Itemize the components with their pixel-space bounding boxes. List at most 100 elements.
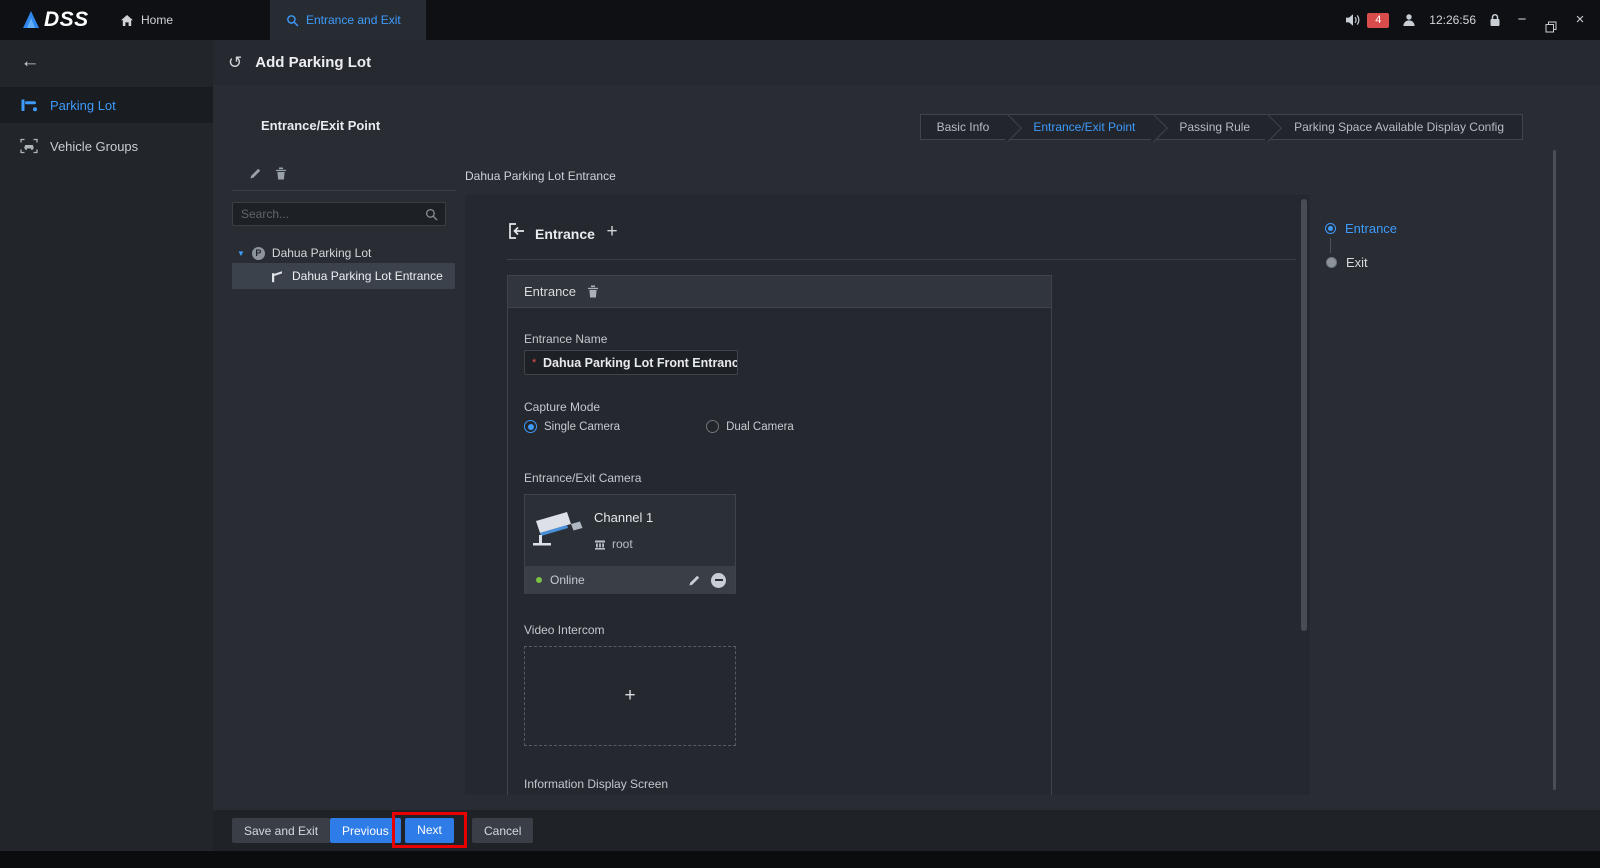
tab-entrance-and-exit[interactable]: Entrance and Exit bbox=[270, 0, 426, 40]
camera-icon bbox=[531, 507, 587, 551]
capture-mode-label: Capture Mode bbox=[524, 400, 600, 414]
user-icon[interactable] bbox=[1402, 13, 1416, 27]
side-nav-entrance-radio[interactable] bbox=[1325, 223, 1336, 234]
alarm-count-badge[interactable]: 4 bbox=[1367, 13, 1389, 28]
sidebar-item-parking-lot-label: Parking Lot bbox=[50, 98, 116, 113]
step-parking-space-display-config[interactable]: Parking Space Available Display Config bbox=[1268, 115, 1522, 139]
dual-camera-radio[interactable] bbox=[706, 420, 719, 433]
camera-group-row: root bbox=[594, 537, 633, 551]
tree-toolbar bbox=[249, 167, 287, 180]
side-nav-entrance-label: Entrance bbox=[1345, 221, 1397, 236]
tree-node-root[interactable]: ▼ P Dahua Parking Lot bbox=[232, 243, 455, 263]
wizard-steps: Basic Info Entrance/Exit Point Passing R… bbox=[920, 114, 1523, 140]
page-header: ↺ Add Parking Lot bbox=[213, 40, 1600, 85]
search-input[interactable] bbox=[233, 207, 425, 221]
back-button[interactable]: ← bbox=[16, 48, 44, 76]
tree-node-entrance[interactable]: Dahua Parking Lot Entrance bbox=[232, 263, 455, 289]
clock-time: 12:26:56 bbox=[1429, 13, 1476, 27]
information-display-screen-label: Information Display Screen bbox=[524, 777, 668, 791]
restore-button[interactable] bbox=[1543, 7, 1559, 33]
step-passing-rule-label: Passing Rule bbox=[1179, 120, 1250, 134]
parking-lot-node-icon: P bbox=[252, 247, 265, 260]
entrance-name-label: Entrance Name bbox=[524, 332, 607, 346]
tab-home-label: Home bbox=[141, 13, 173, 27]
tree-child-label: Dahua Parking Lot Entrance bbox=[292, 269, 443, 283]
caret-down-icon[interactable]: ▼ bbox=[237, 249, 245, 258]
main-content: Entrance/Exit Point Basic Info Entrance/… bbox=[213, 85, 1600, 810]
previous-button[interactable]: Previous bbox=[330, 818, 401, 843]
single-camera-radio[interactable] bbox=[524, 420, 537, 433]
side-nav-exit-radio[interactable] bbox=[1326, 257, 1337, 268]
add-icon: + bbox=[624, 685, 635, 707]
next-button-highlight: Next bbox=[392, 812, 467, 848]
entrance-card: Entrance Entrance Name * Capture Mode Si… bbox=[507, 275, 1052, 795]
sidebar: ← Parking Lot Vehicle Groups bbox=[0, 40, 213, 851]
sidebar-item-parking-lot[interactable]: Parking Lot bbox=[0, 87, 213, 123]
edit-camera-icon[interactable] bbox=[688, 574, 701, 587]
required-marker: * bbox=[532, 357, 536, 369]
cancel-button[interactable]: Cancel bbox=[472, 818, 533, 843]
vehicle-groups-icon bbox=[20, 138, 38, 154]
camera-card: Channel 1 root Online bbox=[524, 494, 736, 594]
entrance-group-title: Entrance bbox=[535, 226, 595, 242]
add-video-intercom-box[interactable]: + bbox=[524, 646, 736, 746]
parking-lot-icon bbox=[20, 97, 38, 113]
save-and-exit-button[interactable]: Save and Exit bbox=[232, 818, 330, 843]
topbar: DSS Home Entrance and Exit 4 12:26:56 − bbox=[0, 0, 1600, 40]
form-title: Dahua Parking Lot Entrance bbox=[465, 169, 616, 183]
remove-camera-icon[interactable] bbox=[711, 573, 726, 588]
form-panel: Entrance + Entrance Entrance Name * Capt… bbox=[465, 195, 1310, 795]
dss-logo: DSS bbox=[20, 0, 89, 40]
minimize-button[interactable]: − bbox=[1514, 0, 1530, 40]
tab-home[interactable]: Home bbox=[104, 0, 189, 40]
bottom-strip bbox=[0, 851, 1600, 868]
sidebar-item-vehicle-groups-label: Vehicle Groups bbox=[50, 139, 138, 154]
capture-mode-options: Single Camera Dual Camera bbox=[524, 420, 794, 433]
step-parking-space-display-config-label: Parking Space Available Display Config bbox=[1294, 120, 1504, 134]
edit-icon[interactable] bbox=[249, 167, 262, 180]
form-scrollbar-thumb[interactable] bbox=[1301, 199, 1307, 631]
dual-camera-label: Dual Camera bbox=[726, 421, 794, 433]
entrance-name-field: * bbox=[524, 350, 738, 375]
add-entrance-button[interactable]: + bbox=[602, 221, 622, 243]
search-box bbox=[232, 202, 446, 226]
online-status-dot bbox=[536, 577, 542, 583]
footer-bar: Save and Exit Previous Next Cancel bbox=[213, 810, 1600, 851]
entrance-icon bbox=[507, 222, 527, 240]
close-button[interactable]: × bbox=[1572, 0, 1588, 40]
single-camera-label: Single Camera bbox=[544, 421, 620, 433]
dss-logo-icon bbox=[20, 9, 42, 31]
side-nav-exit-label: Exit bbox=[1346, 255, 1368, 270]
side-nav-connector bbox=[1330, 238, 1331, 253]
home-icon bbox=[120, 14, 134, 27]
tree-root-label: Dahua Parking Lot bbox=[272, 246, 371, 260]
search-icon[interactable] bbox=[425, 208, 438, 221]
side-nav-entrance[interactable]: Entrance bbox=[1325, 221, 1397, 236]
lock-icon[interactable] bbox=[1489, 13, 1501, 27]
entrance-point-icon bbox=[270, 270, 283, 283]
page-title: Add Parking Lot bbox=[255, 54, 371, 71]
camera-card-top: Channel 1 root bbox=[525, 495, 735, 566]
delete-icon[interactable] bbox=[275, 167, 287, 180]
camera-status-row: Online bbox=[525, 566, 735, 594]
step-passing-rule[interactable]: Passing Rule bbox=[1153, 115, 1268, 139]
next-button[interactable]: Next bbox=[405, 818, 454, 843]
camera-group-label: root bbox=[612, 537, 633, 551]
content-scrollbar-thumb[interactable] bbox=[1553, 150, 1556, 790]
form-scrollbar[interactable] bbox=[1301, 195, 1307, 795]
dss-logo-text: DSS bbox=[44, 8, 89, 32]
step-basic-info[interactable]: Basic Info bbox=[921, 115, 1008, 139]
group-divider bbox=[507, 259, 1296, 260]
delete-entrance-icon[interactable] bbox=[587, 285, 599, 298]
side-nav-exit[interactable]: Exit bbox=[1326, 255, 1368, 270]
step-basic-info-label: Basic Info bbox=[937, 120, 990, 134]
step-entrance-exit-point[interactable]: Entrance/Exit Point bbox=[1007, 115, 1153, 139]
return-icon[interactable]: ↺ bbox=[228, 53, 242, 73]
topbar-right-cluster: 4 12:26:56 − × bbox=[1345, 0, 1588, 40]
tab-entrance-and-exit-label: Entrance and Exit bbox=[306, 13, 401, 27]
entrance-name-input[interactable] bbox=[525, 351, 737, 374]
speaker-icon[interactable] bbox=[1345, 13, 1361, 27]
sidebar-item-vehicle-groups[interactable]: Vehicle Groups bbox=[0, 128, 213, 164]
organization-icon bbox=[594, 539, 606, 550]
entrance-card-header: Entrance bbox=[508, 276, 1051, 308]
